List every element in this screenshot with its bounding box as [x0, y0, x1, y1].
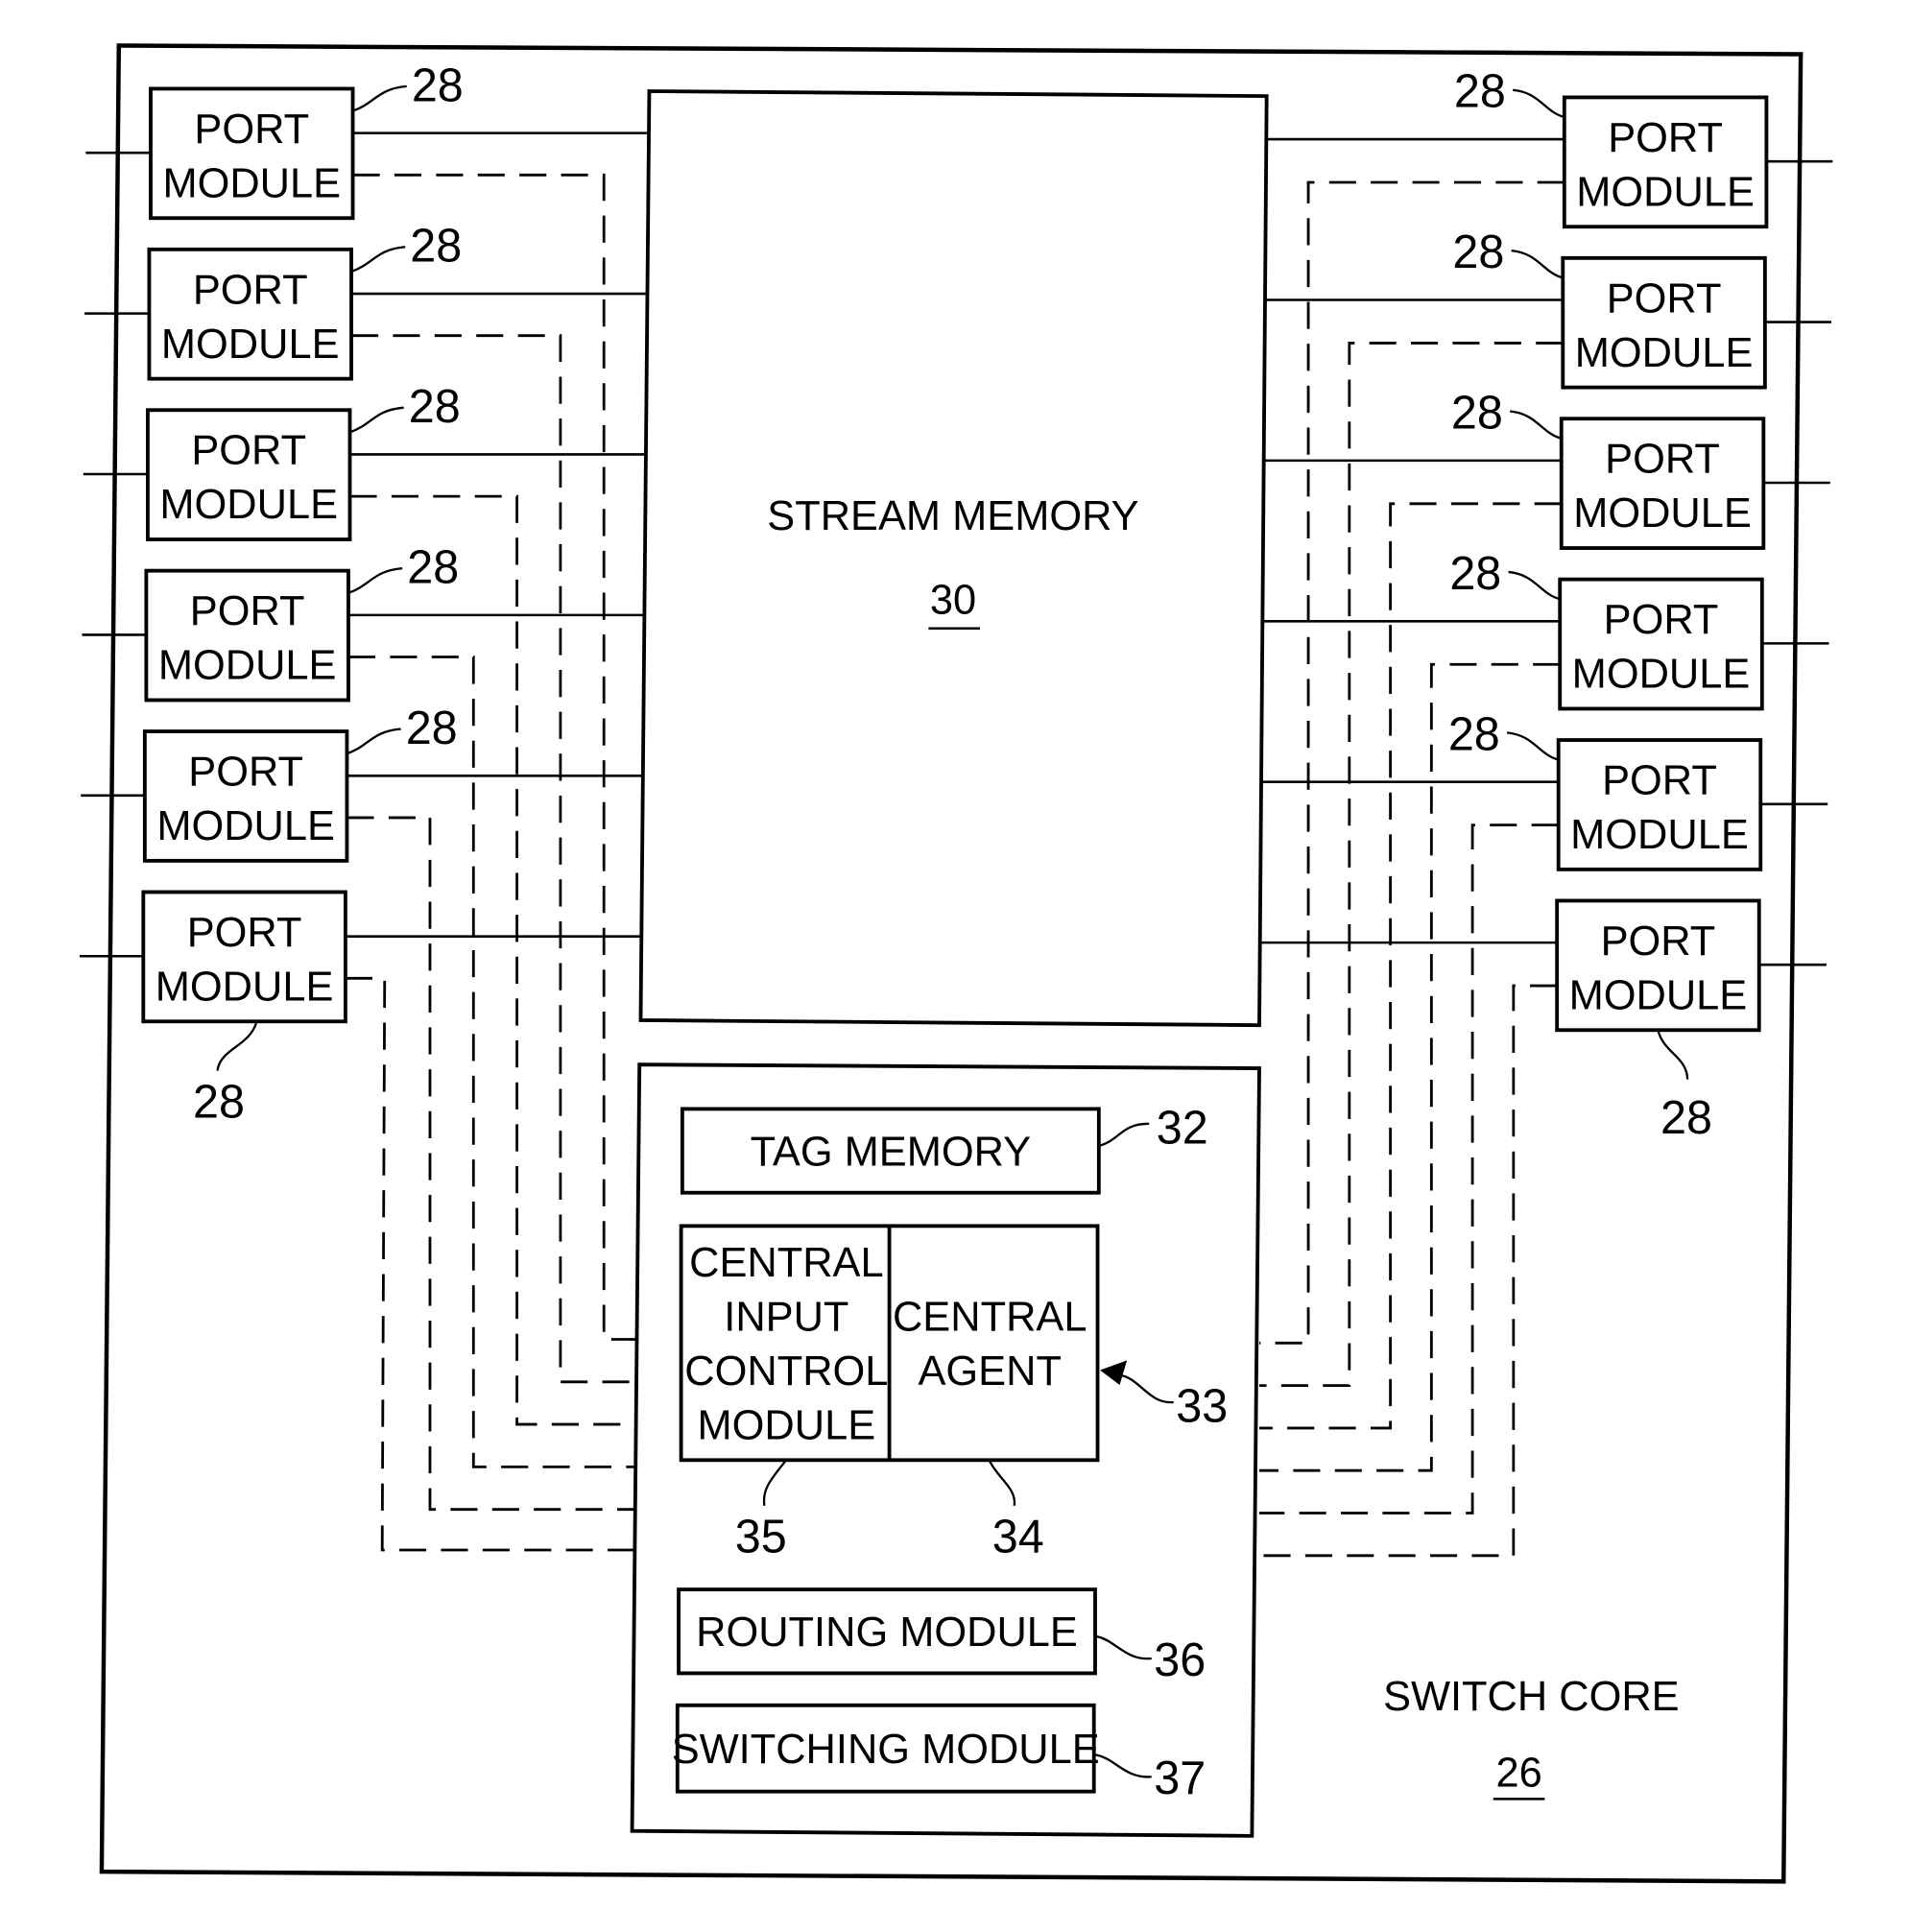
port-module-line-2: MODULE — [156, 803, 335, 849]
port-module-line-2: MODULE — [159, 482, 338, 528]
port-module-line-1: PORT — [193, 267, 308, 313]
port-module-right-5: PORT MODULE 28 — [1260, 708, 1828, 871]
port-ref-leader — [350, 246, 406, 274]
port-module-left-5: PORT MODULE 28 — [81, 703, 644, 863]
routing-module-label: ROUTING MODULE — [696, 1610, 1078, 1656]
port-ref: 28 — [1454, 66, 1506, 118]
cicm-line-1: CENTRAL — [689, 1240, 884, 1286]
switch-core-ref: 26 — [1495, 1750, 1541, 1796]
switching-module-ref: 37 — [1154, 1753, 1206, 1804]
port-ref-leader — [349, 406, 404, 434]
port-module-right-1: PORT MODULE 28 — [1266, 66, 1833, 229]
port-module-line-1: PORT — [1602, 757, 1717, 803]
port-ref: 28 — [1451, 387, 1503, 439]
port-ref: 28 — [407, 541, 459, 593]
control-line-right-4 — [1259, 662, 1561, 1472]
port-module-right-6: PORT MODULE 28 — [1259, 898, 1827, 1144]
central-agent-line-1: CENTRAL — [893, 1294, 1087, 1340]
port-ref: 28 — [1449, 548, 1501, 600]
switching-module-label: SWITCHING MODULE — [672, 1727, 1100, 1773]
port-ref: 28 — [1448, 708, 1500, 760]
central-group-ref: 33 — [1176, 1380, 1228, 1432]
control-line-left-6 — [345, 976, 635, 1552]
control-line-left-3 — [349, 494, 638, 1426]
right-control-lines — [1259, 180, 1565, 1558]
port-ref-leader — [352, 84, 407, 112]
port-ref-leader — [1513, 88, 1565, 119]
control-line-right-2 — [1259, 341, 1564, 1388]
port-ref-leader — [347, 566, 403, 594]
routing-module-ref: 36 — [1154, 1634, 1206, 1686]
switch-core-diagram: STREAM MEMORY 30 PORT MODULE 28 PORT MODULE 2… — [79, 43, 1833, 1884]
port-module-line-2: MODULE — [162, 160, 341, 206]
port-module-line-2: MODULE — [158, 643, 337, 689]
port-module-left-2: PORT MODULE 28 — [84, 221, 648, 381]
stream-memory-ref: 30 — [930, 577, 976, 623]
port-module-left-1: PORT MODULE 28 — [85, 60, 650, 221]
central-agent-ref: 34 — [992, 1511, 1044, 1562]
port-module-right-4: PORT MODULE 28 — [1262, 548, 1829, 711]
port-ref: 28 — [1452, 227, 1504, 278]
port-module-line-2: MODULE — [155, 964, 334, 1010]
port-module-line-1: PORT — [1604, 597, 1719, 643]
port-module-line-1: PORT — [1607, 275, 1722, 322]
control-line-left-5 — [346, 816, 638, 1512]
control-line-right-1 — [1259, 180, 1565, 1345]
port-ref-leader — [1508, 570, 1561, 601]
port-ref-leader — [1511, 249, 1564, 279]
cicm-ref: 35 — [735, 1511, 787, 1562]
port-module-line-2: MODULE — [1570, 812, 1749, 858]
control-line-left-2 — [351, 334, 638, 1384]
switch-core-label: SWITCH CORE — [1383, 1674, 1680, 1720]
port-ref: 28 — [1660, 1092, 1712, 1144]
stream-memory-block: STREAM MEMORY 30 — [638, 89, 1269, 1028]
port-module-line-2: MODULE — [1576, 169, 1755, 215]
port-ref: 28 — [406, 703, 458, 754]
central-control-block: TAG MEMORY 32 CENTRAL INPUT CONTROL MODU… — [630, 1062, 1261, 1838]
cicm-line-2: INPUT — [724, 1294, 848, 1340]
control-line-left-1 — [352, 173, 638, 1341]
control-line-left-4 — [347, 656, 638, 1468]
port-ref-leader — [1506, 731, 1560, 761]
port-ref: 28 — [412, 60, 464, 111]
port-ref: 28 — [409, 381, 461, 433]
right-port-modules: PORTMODULE28PORTMODULE28PORTMODULE28PORT… — [1259, 66, 1833, 1144]
port-module-line-1: PORT — [194, 107, 309, 153]
port-module-left-6: PORT MODULE 28 — [79, 890, 642, 1128]
port-module-line-2: MODULE — [1573, 490, 1752, 537]
tag-memory-ref: 32 — [1157, 1102, 1208, 1154]
port-module-line-1: PORT — [1601, 918, 1716, 965]
port-module-line-2: MODULE — [1572, 652, 1751, 698]
port-module-line-1: PORT — [188, 749, 303, 795]
central-agent-line-2: AGENT — [919, 1348, 1062, 1395]
port-module-line-2: MODULE — [1569, 972, 1748, 1018]
port-ref: 28 — [193, 1076, 245, 1128]
port-module-line-1: PORT — [187, 910, 302, 956]
port-module-line-1: PORT — [191, 428, 306, 474]
cicm-line-4: MODULE — [698, 1402, 876, 1448]
control-line-right-3 — [1259, 502, 1562, 1430]
port-module-line-1: PORT — [1608, 115, 1723, 161]
cicm-line-3: CONTROL — [684, 1348, 888, 1395]
stream-memory-label: STREAM MEMORY — [767, 493, 1138, 539]
port-ref-leader — [1510, 410, 1563, 440]
tag-memory-label: TAG MEMORY — [751, 1129, 1031, 1175]
port-ref-leader — [346, 727, 401, 755]
left-control-lines — [345, 173, 638, 1552]
left-port-modules: PORTMODULE28PORTMODULE28PORTMODULE28PORT… — [79, 60, 650, 1128]
port-ref-leader — [1657, 1029, 1689, 1080]
port-module-line-2: MODULE — [1575, 330, 1754, 376]
port-module-line-1: PORT — [190, 588, 305, 634]
port-module-line-1: PORT — [1605, 437, 1720, 483]
port-module-line-2: MODULE — [161, 322, 340, 368]
port-module-left-3: PORT MODULE 28 — [83, 381, 647, 541]
port-ref-leader — [216, 1020, 258, 1071]
port-ref: 28 — [410, 221, 462, 273]
